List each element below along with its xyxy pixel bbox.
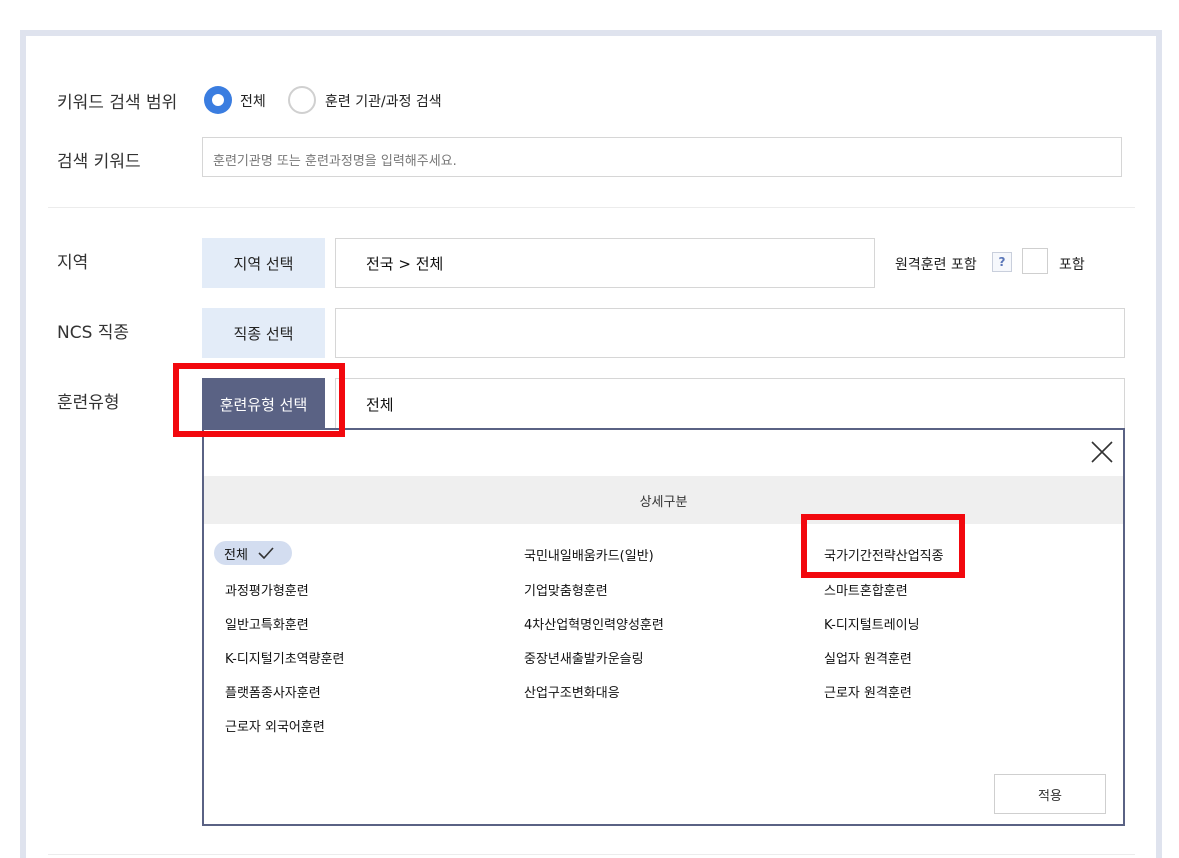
type-option[interactable]: 기업맞춤형훈련 <box>524 580 608 599</box>
type-option[interactable]: 실업자 원격훈련 <box>824 648 912 667</box>
highlight-box-national-strategic <box>801 514 965 578</box>
highlight-box-training-type <box>173 363 345 437</box>
remote-training-label: 원격훈련 포함 <box>895 257 977 273</box>
scope-all-radio[interactable] <box>204 86 232 114</box>
scope-institution-radio[interactable] <box>288 86 316 114</box>
type-option[interactable]: 플랫폼종사자훈련 <box>225 682 321 701</box>
training-type-panel: 상세구분 전체 과정평가형훈련 일반고특화훈련 K-디지털기초역량훈련 플랫폼종… <box>202 428 1125 826</box>
type-option[interactable]: 산업구조변화대응 <box>524 682 620 701</box>
region-select-button[interactable]: 지역 선택 <box>202 238 325 288</box>
type-option[interactable]: K-디지털기초역량훈련 <box>225 648 345 667</box>
keyword-input[interactable]: 훈련기관명 또는 훈련과정명을 입력해주세요. <box>202 137 1122 177</box>
close-icon[interactable] <box>1090 440 1114 464</box>
chip-label: 전체 <box>224 547 248 563</box>
region-value-field[interactable]: 전국 > 전체 <box>335 238 875 288</box>
training-type-value-field[interactable]: 전체 <box>335 378 1125 430</box>
keyword-placeholder: 훈련기관명 또는 훈련과정명을 입력해주세요. <box>213 154 457 169</box>
section-divider <box>48 207 1135 208</box>
remote-include-checkbox[interactable] <box>1022 248 1048 274</box>
bottom-divider <box>48 854 1135 855</box>
panel-header: 상세구분 <box>204 476 1123 524</box>
training-type-label: 훈련유형 <box>57 393 120 413</box>
region-label: 지역 <box>57 253 89 273</box>
type-option[interactable]: K-디지털트레이닝 <box>824 614 920 633</box>
scope-institution-label[interactable]: 훈련 기관/과정 검색 <box>325 91 442 111</box>
keyword-label: 검색 키워드 <box>57 152 141 172</box>
type-option[interactable]: 과정평가형훈련 <box>225 580 309 599</box>
type-option[interactable]: 중장년새출발카운슬링 <box>524 648 644 667</box>
type-option[interactable]: 근로자 원격훈련 <box>824 682 912 701</box>
help-icon[interactable]: ? <box>992 252 1012 272</box>
selected-chip[interactable]: 전체 <box>214 541 292 565</box>
ncs-select-button[interactable]: 직종 선택 <box>202 308 325 358</box>
apply-button[interactable]: 적용 <box>994 774 1106 814</box>
type-option[interactable]: 스마트혼합훈련 <box>824 580 908 599</box>
check-icon <box>258 547 274 559</box>
ncs-label: NCS 직종 <box>57 323 130 343</box>
ncs-value-field[interactable] <box>335 308 1125 358</box>
type-option[interactable]: 일반고특화훈련 <box>225 614 309 633</box>
type-option[interactable]: 근로자 외국어훈련 <box>225 716 325 735</box>
scope-all-label[interactable]: 전체 <box>240 91 266 111</box>
include-label[interactable]: 포함 <box>1059 254 1085 274</box>
type-option[interactable]: 국민내일배움카드(일반) <box>524 545 654 564</box>
type-option[interactable]: 4차산업혁명인력양성훈련 <box>524 614 664 633</box>
search-scope-label: 키워드 검색 범위 <box>57 93 178 113</box>
